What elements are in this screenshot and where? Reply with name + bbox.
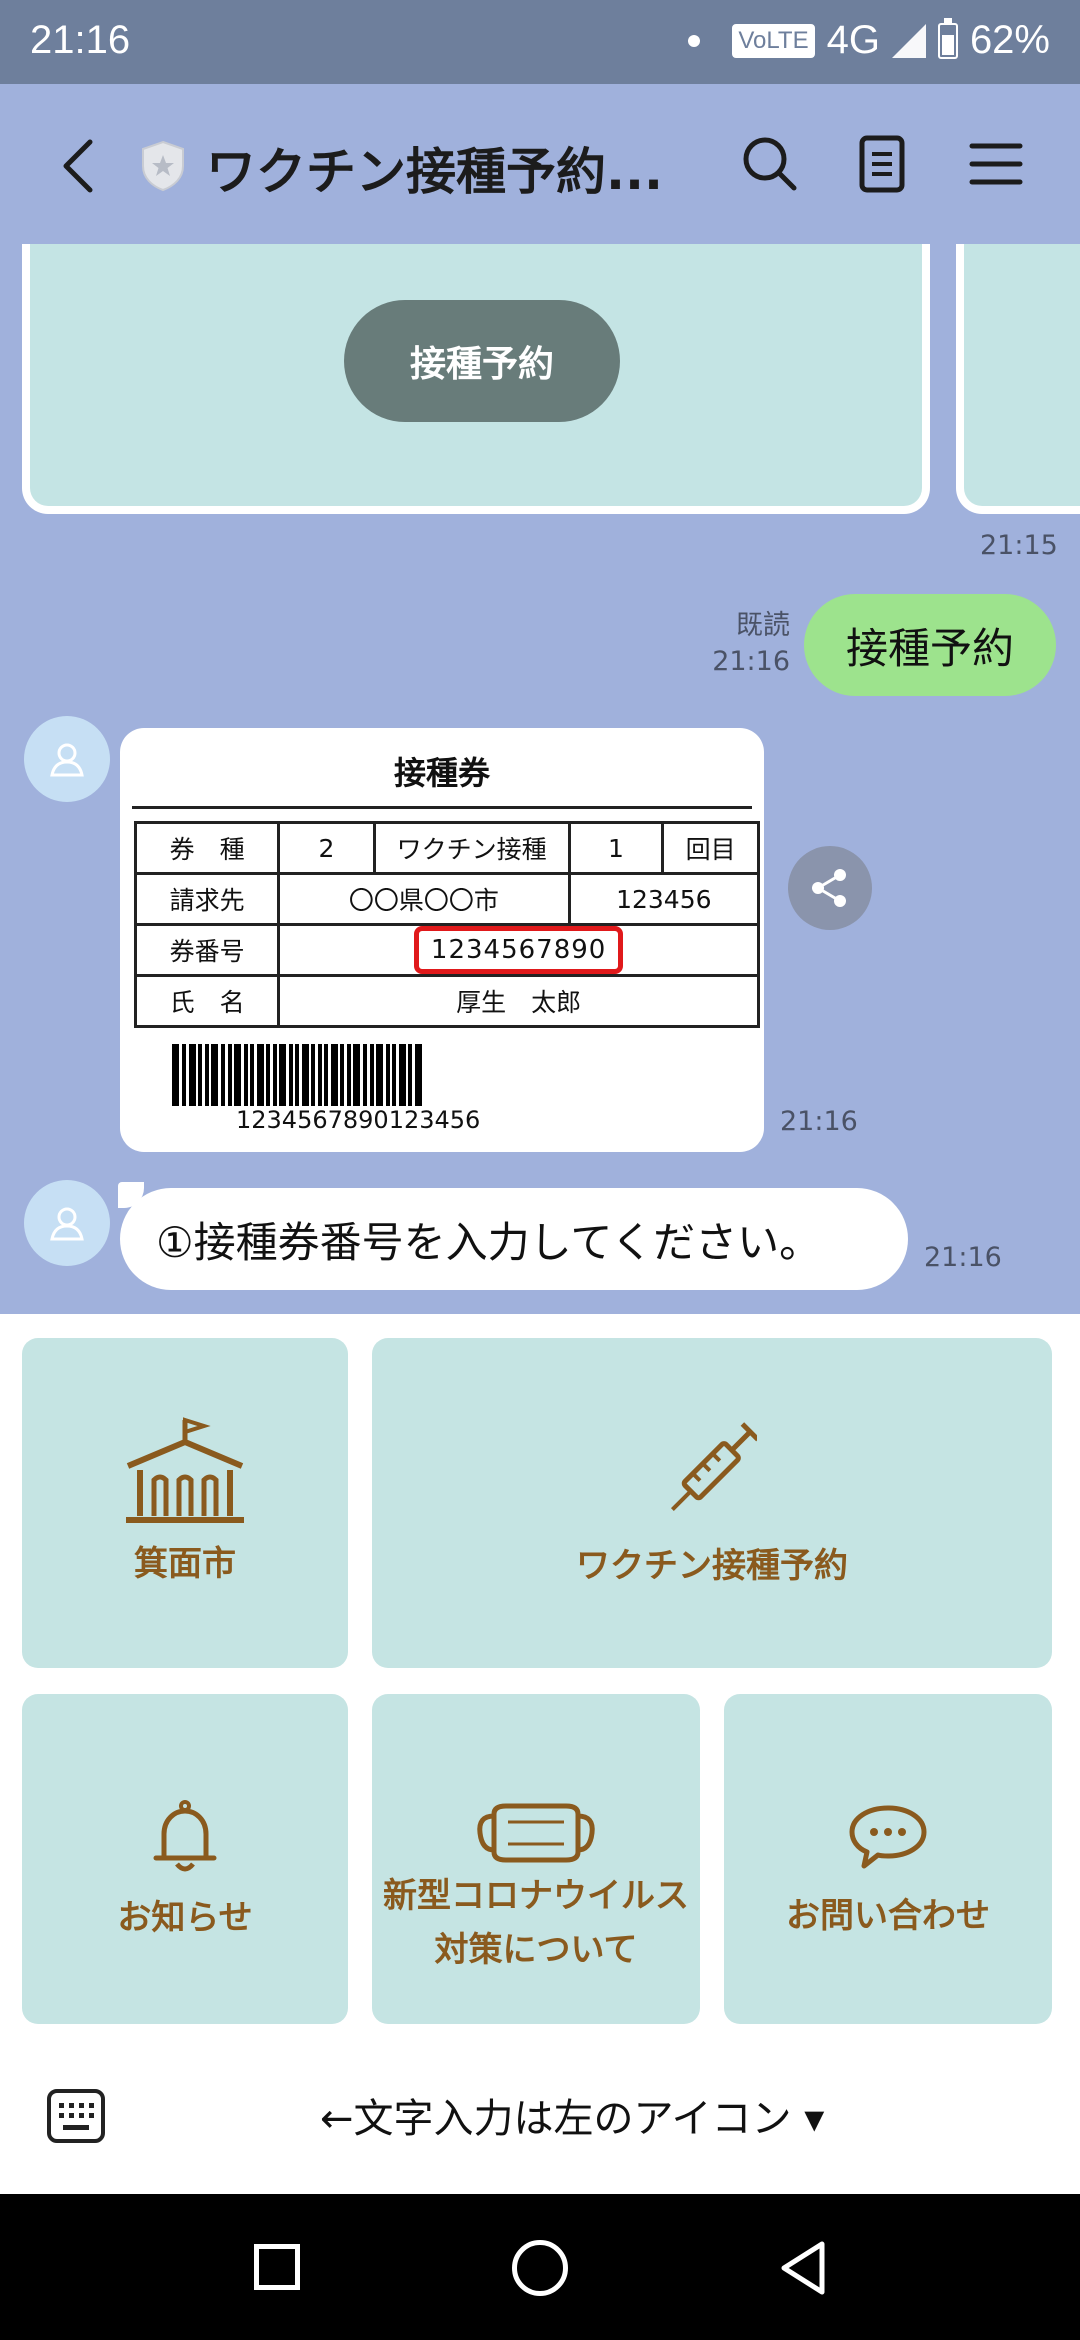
ticket-title: 接種券 [393, 754, 490, 792]
network-type: 4G [826, 18, 880, 62]
bot-message-text: ①接種券番号を入力してください。 [156, 1217, 822, 1267]
barcode-stripe [376, 1044, 383, 1106]
bot-avatar[interactable] [24, 716, 110, 802]
signal-icon [891, 23, 926, 58]
rich-menu: 箕面市 ワクチン接種予約 お知らせ 新型コロナウイルス 対策について お問い合わ… [0, 1314, 1080, 2030]
barcode-stripe [415, 1044, 422, 1106]
user-icon [50, 1207, 84, 1241]
message-time: 21:16 [924, 1242, 1002, 1273]
chat-bubble-icon [849, 1805, 927, 1869]
ticket-label: 券番号 [133, 923, 281, 977]
menu-city-label: 箕面市 [134, 1544, 236, 1584]
ticket-kind: 2 [277, 821, 376, 875]
barcode [172, 1044, 422, 1106]
notes-icon[interactable] [852, 134, 912, 194]
verified-shield-icon [142, 140, 184, 192]
chat-header: ワクチン接種予約... [0, 84, 1080, 244]
ticket-number-cell: 1234567890 [277, 923, 760, 977]
share-icon [812, 869, 846, 907]
table-row: 請求先 〇〇県〇〇市 123456 [133, 872, 761, 926]
barcode-stripe [189, 1044, 196, 1106]
menu-corona-label-line1: 新型コロナウイルス [383, 1876, 689, 1916]
barcode-stripe [331, 1044, 338, 1106]
menu-inquiry[interactable]: お問い合わせ [724, 1694, 1052, 2024]
ticket-count-label: 回目 [661, 821, 760, 875]
menu-corona-label-line2: 対策について [434, 1930, 638, 1970]
reservation-button[interactable]: 接種予約 [344, 300, 620, 422]
vaccination-ticket-image[interactable]: 接種券 券 種 2 ワクチン接種 1 回目 請求先 〇〇県〇〇市 123456 … [120, 728, 764, 1152]
table-row: 券 種 2 ワクチン接種 1 回目 [133, 821, 760, 875]
bell-icon [153, 1800, 217, 1872]
barcode-stripe [302, 1044, 309, 1106]
status-bar: 21:16 VoLTE 4G 62% [0, 0, 1080, 84]
ticket-label: 券 種 [133, 821, 281, 875]
table-row: 氏 名 厚生 太郎 [133, 974, 760, 1028]
read-label: 既読 [736, 610, 790, 641]
rich-menu-toggle[interactable]: ←文字入力は左のアイコン ▾ [320, 2086, 824, 2144]
ticket-code: 123456 [567, 872, 761, 926]
ticket-table: 券 種 2 ワクチン接種 1 回目 請求先 〇〇県〇〇市 123456 券番号 … [133, 821, 761, 1028]
menu-inquiry-label: お問い合わせ [786, 1896, 990, 1936]
share-button[interactable] [788, 846, 872, 930]
barcode-stripe [172, 1044, 179, 1106]
ticket-label: 請求先 [133, 872, 281, 926]
notification-dot-icon [688, 34, 701, 47]
back-nav-icon[interactable] [778, 2240, 828, 2296]
home-icon[interactable] [512, 2240, 568, 2296]
back-icon[interactable] [58, 136, 98, 196]
system-nav-bar [0, 2194, 1080, 2340]
message-time: 21:16 [712, 646, 790, 677]
bot-message-bubble[interactable]: ①接種券番号を入力してください。 [118, 1182, 908, 1290]
page-title: ワクチン接種予約... [206, 143, 663, 201]
barcode-stripe [211, 1044, 218, 1106]
menu-city[interactable]: 箕面市 [22, 1338, 348, 1668]
barcode-number: 1234567890123456 [236, 1106, 481, 1134]
user-icon [50, 743, 84, 777]
carousel-card-next[interactable] [956, 244, 1080, 514]
ticket-vaccine: ワクチン接種 [372, 821, 571, 875]
message-time: 21:16 [780, 1106, 858, 1137]
battery-icon [937, 17, 958, 59]
barcode-stripe [234, 1044, 241, 1106]
syringe-icon [670, 1422, 757, 1512]
menu-corona[interactable]: 新型コロナウイルス 対策について [372, 1694, 700, 2024]
carousel-card: 接種予約 [22, 244, 930, 514]
barcode-stripe [257, 1044, 264, 1106]
menu-vaccine-reservation[interactable]: ワクチン接種予約 [372, 1338, 1052, 1668]
status-time: 21:16 [30, 18, 131, 62]
mask-icon [477, 1803, 595, 1863]
status-icons: VoLTE 4G 62% [688, 17, 1050, 63]
ticket-name: 厚生 太郎 [277, 974, 760, 1028]
chat-area[interactable]: 接種予約 21:15 既読 21:16 接種予約 接種券 券 種 2 ワクチン接… [0, 244, 1080, 1314]
search-icon[interactable] [740, 134, 800, 194]
my-message-bubble[interactable]: 接種予約 [804, 594, 1056, 696]
volte-badge: VoLTE [732, 23, 815, 58]
ticket-label: 氏 名 [133, 974, 281, 1028]
menu-notice-label: お知らせ [117, 1898, 253, 1938]
recent-apps-icon[interactable] [254, 2244, 300, 2290]
ticket-count: 1 [567, 821, 665, 875]
keyboard-icon[interactable] [46, 2088, 106, 2144]
ticket-city: 〇〇県〇〇市 [277, 872, 571, 926]
battery-percent: 62% [969, 18, 1050, 62]
message-time: 21:15 [980, 530, 1058, 561]
barcode-stripe [353, 1044, 360, 1106]
menu-vaccine-label: ワクチン接種予約 [576, 1546, 848, 1586]
city-hall-icon [126, 1417, 244, 1523]
table-row: 券番号 1234567890 [133, 923, 760, 977]
menu-notice[interactable]: お知らせ [22, 1694, 348, 2024]
ticket-number-highlight: 1234567890 [413, 926, 624, 974]
read-receipt: 既読 21:16 [700, 608, 790, 680]
menu-icon[interactable] [966, 134, 1026, 194]
ticket-divider [132, 806, 752, 809]
barcode-stripe [399, 1044, 406, 1106]
barcode-stripe [279, 1044, 286, 1106]
input-bar: ←文字入力は左のアイコン ▾ [0, 2030, 1080, 2194]
bot-avatar[interactable] [24, 1180, 110, 1266]
